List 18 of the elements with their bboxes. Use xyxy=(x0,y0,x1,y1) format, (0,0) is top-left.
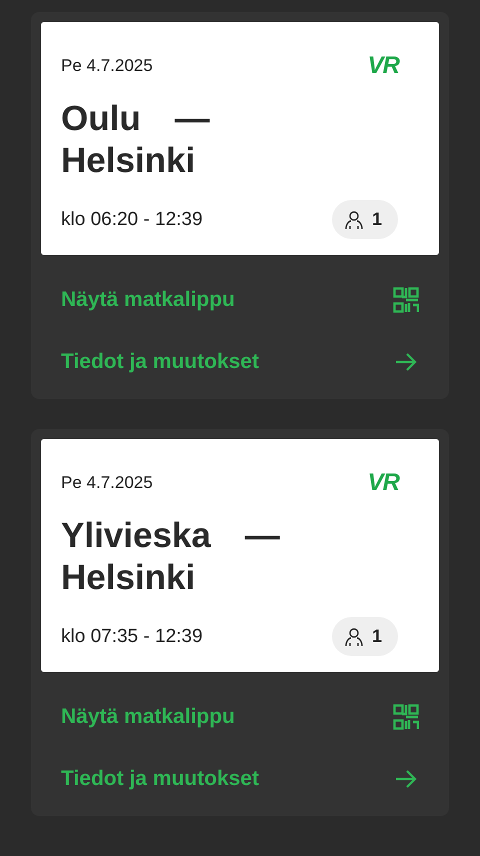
action-link[interactable]: Näytä matkalippu xyxy=(41,686,439,748)
qr-code-icon xyxy=(393,287,419,313)
trip-time: klo 07:35 - 12:39 xyxy=(61,626,203,648)
action-link[interactable]: Tiedot ja muutokset xyxy=(41,331,439,393)
trip-date: Pe 4.7.2025 xyxy=(61,56,153,76)
route-title: Oulu — Helsinki xyxy=(61,98,211,182)
passenger-count: 1 xyxy=(372,209,382,230)
qr-code-icon xyxy=(393,704,419,730)
action-link[interactable]: Tiedot ja muutokset xyxy=(41,748,439,810)
person-icon xyxy=(344,210,364,230)
action-link[interactable]: Näytä matkalippu xyxy=(41,269,439,331)
route-title: Ylivieska — Helsinki xyxy=(61,515,281,599)
person-icon xyxy=(344,626,364,646)
vr-logo: VR xyxy=(368,471,399,495)
passenger-count: 1 xyxy=(372,626,382,647)
trip-time: klo 06:20 - 12:39 xyxy=(61,208,203,230)
vr-logo: VR xyxy=(368,54,399,78)
trip-date: Pe 4.7.2025 xyxy=(61,473,153,493)
